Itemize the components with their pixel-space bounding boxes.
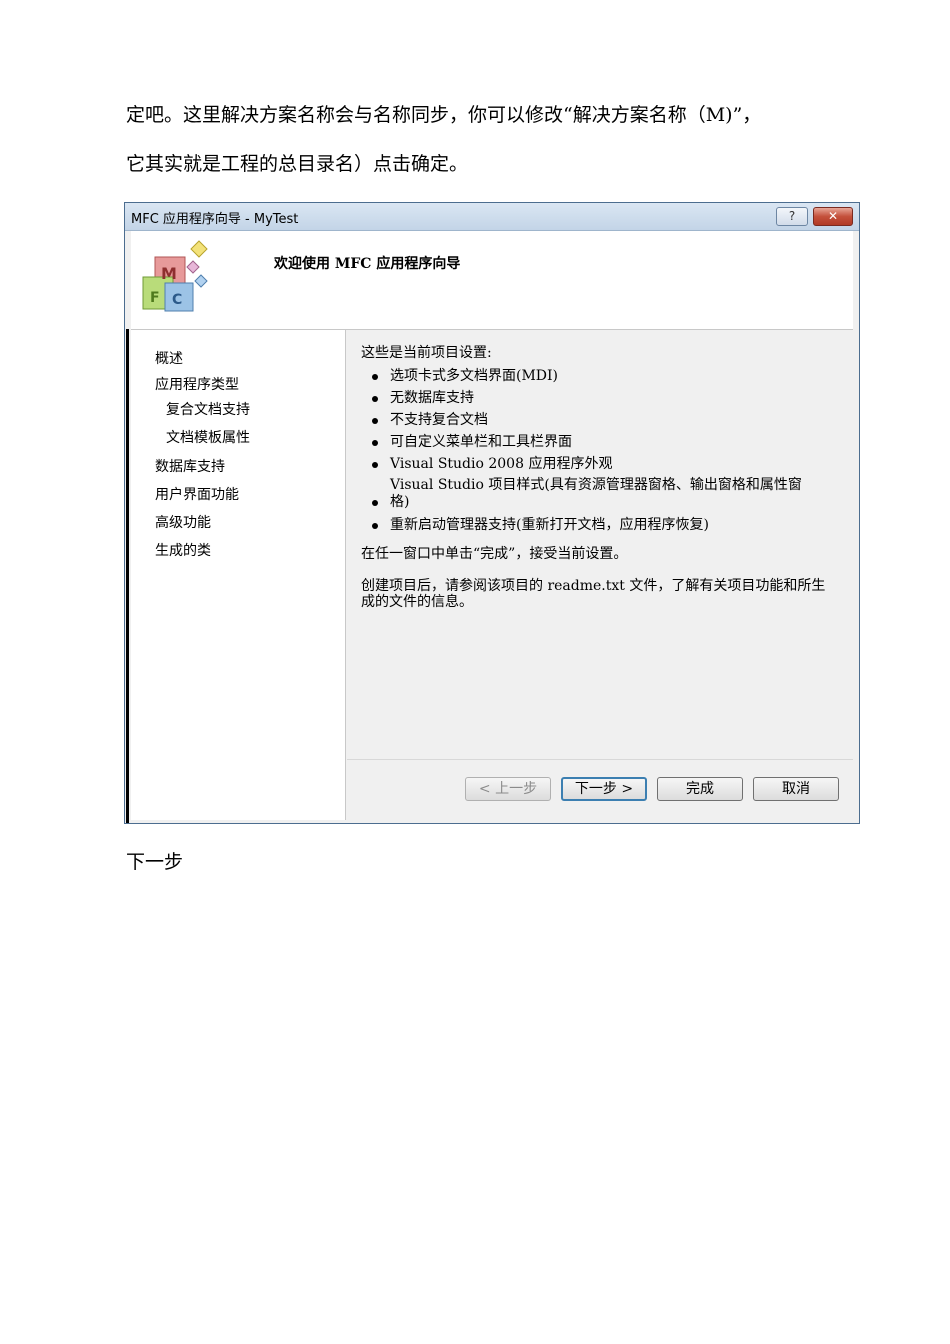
logo-letter-f: F — [150, 290, 160, 306]
mfc-wizard-dialog: MFC 应用程序向导 - MyTest ? ✕ M F C 欢迎使用 MFC 应… — [124, 202, 860, 824]
back-button[interactable]: < 上一步 — [465, 777, 551, 801]
summary-item: 可自定义菜单栏和工具栏界面 — [390, 434, 572, 450]
nav-item-advanced-features[interactable]: 高级功能 — [155, 512, 211, 532]
bullet-icon — [372, 396, 378, 402]
nav-item-database-support[interactable]: 数据库支持 — [155, 456, 225, 476]
summary-item: Visual Studio 2008 应用程序外观 — [390, 456, 613, 472]
bullet-icon — [372, 418, 378, 424]
bullet-icon — [372, 500, 378, 506]
summary-item: 无数据库支持 — [390, 390, 474, 406]
nav-item-generated-classes[interactable]: 生成的类 — [155, 540, 211, 560]
settings-summary: 这些是当前项目设置: 选项卡式多文档界面(MDI) 无数据库支持 不支持复合文档… — [347, 330, 853, 760]
readme-note-line-2: 成的文件的信息。 — [361, 594, 473, 610]
bullet-icon — [372, 440, 378, 446]
next-button[interactable]: 下一步 > — [561, 777, 647, 801]
bullet-icon — [372, 462, 378, 468]
finish-instruction: 在任一窗口中单击“完成”，接受当前设置。 — [361, 546, 628, 562]
doc-paragraph-line-2: 它其实就是工程的总目录名）点击确定。 — [126, 153, 469, 175]
wizard-navigation: 概述 应用程序类型 复合文档支持 文档模板属性 数据库支持 用户界面功能 高级功… — [131, 330, 346, 820]
summary-item-continued: 格) — [390, 494, 410, 510]
doc-paragraph-line-1: 定吧。这里解决方案名称会与名称同步，你可以修改“解决方案名称（M)”， — [126, 104, 762, 126]
summary-item: 重新启动管理器支持(重新打开文档，应用程序恢复) — [390, 517, 709, 533]
nav-item-compound-document[interactable]: 复合文档支持 — [166, 399, 250, 419]
nav-item-overview[interactable]: 概述 — [155, 348, 183, 368]
summary-heading: 这些是当前项目设置: — [361, 345, 492, 361]
nav-item-application-type[interactable]: 应用程序类型 — [155, 374, 239, 394]
mfc-logo-icon: M F C — [142, 240, 208, 312]
summary-item: Visual Studio 项目样式(具有资源管理器窗格、输出窗格和属性窗 — [390, 477, 802, 493]
bullet-icon — [372, 374, 378, 380]
summary-item: 选项卡式多文档界面(MDI) — [390, 368, 559, 384]
window-title: MFC 应用程序向导 - MyTest — [131, 212, 299, 227]
doc-next-step-text: 下一步 — [126, 851, 184, 873]
title-bar[interactable]: MFC 应用程序向导 - MyTest ? ✕ — [125, 203, 859, 231]
wizard-banner: M F C 欢迎使用 MFC 应用程序向导 — [131, 231, 853, 330]
nav-item-user-interface[interactable]: 用户界面功能 — [155, 484, 239, 504]
nav-item-document-template[interactable]: 文档模板属性 — [166, 427, 250, 447]
summary-item: 不支持复合文档 — [390, 412, 488, 428]
close-button[interactable]: ✕ — [813, 207, 853, 226]
logo-letter-c: C — [172, 292, 182, 308]
logo-letter-m: M — [161, 264, 177, 283]
finish-button[interactable]: 完成 — [657, 777, 743, 801]
bullet-icon — [372, 523, 378, 529]
help-icon: ? — [788, 209, 796, 223]
banner-title: 欢迎使用 MFC 应用程序向导 — [274, 256, 461, 272]
readme-note-line-1: 创建项目后，请参阅该项目的 readme.txt 文件，了解有关项目功能和所生 — [361, 578, 826, 594]
close-icon: ✕ — [827, 209, 839, 223]
footer-divider — [347, 759, 853, 760]
cancel-button[interactable]: 取消 — [753, 777, 839, 801]
help-button[interactable]: ? — [776, 207, 808, 226]
left-edge-divider — [126, 329, 129, 823]
